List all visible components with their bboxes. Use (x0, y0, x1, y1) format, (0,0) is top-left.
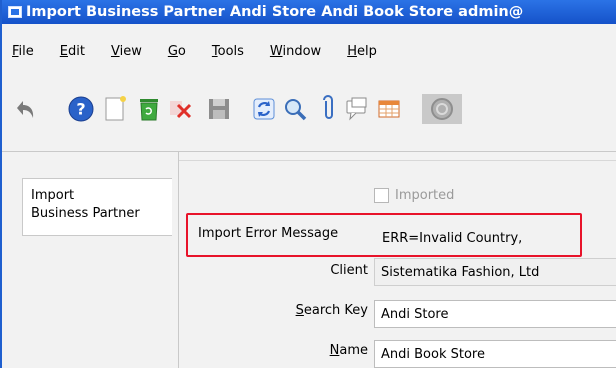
app-icon (8, 6, 22, 18)
client-label: Client (330, 263, 368, 278)
name-label: Name (329, 343, 368, 358)
form-top-line (179, 160, 616, 161)
menu-edit[interactable]: Edit (60, 44, 85, 59)
help-icon[interactable]: ? (66, 94, 96, 124)
search-key-input[interactable]: Andi Store (374, 300, 616, 328)
tab-pane: Import Business Partner (2, 152, 178, 368)
search-key-label: Search Key (295, 303, 368, 318)
menu-go[interactable]: Go (168, 44, 186, 59)
tab-label-line2: Business Partner (31, 206, 140, 221)
menu-tools[interactable]: Tools (212, 44, 244, 59)
grid-toggle-icon[interactable] (374, 94, 404, 124)
application-window: Import Business Partner Andi Store Andi … (0, 0, 616, 368)
tab-import-business-partner[interactable]: Import Business Partner (22, 178, 172, 236)
delete-icon[interactable] (166, 94, 196, 124)
save-icon[interactable] (204, 94, 234, 124)
find-icon[interactable] (280, 94, 310, 124)
import-error-field: ERR=Invalid Country, (382, 230, 523, 246)
new-record-icon[interactable] (100, 94, 130, 124)
menu-help[interactable]: Help (347, 44, 377, 59)
imported-label: Imported (395, 188, 455, 203)
title-bar[interactable]: Import Business Partner Andi Store Andi … (2, 0, 616, 24)
imported-checkbox-row: Imported (374, 188, 454, 203)
import-error-label: Import Error Message (198, 226, 339, 241)
attachment-icon[interactable] (314, 94, 344, 124)
menu-view[interactable]: View (111, 44, 142, 59)
menu-bar: File Edit View Go Tools Window Help (2, 38, 616, 64)
workflow-icon[interactable] (422, 94, 462, 124)
chat-icon[interactable] (342, 94, 372, 124)
undo-icon[interactable] (12, 94, 42, 124)
menu-file[interactable]: File (12, 44, 34, 59)
client-field[interactable]: Sistematika Fashion, Ltd (374, 258, 616, 286)
name-input[interactable]: Andi Book Store (374, 340, 616, 368)
menu-window[interactable]: Window (270, 44, 321, 59)
tab-label-line1: Import (31, 188, 75, 203)
window-title: Import Business Partner Andi Store Andi … (26, 4, 524, 20)
toolbar: ? (2, 94, 616, 134)
imported-checkbox[interactable] (374, 188, 389, 203)
svg-text:?: ? (76, 100, 85, 119)
copy-record-icon[interactable] (134, 94, 164, 124)
refresh-icon[interactable] (249, 94, 279, 124)
